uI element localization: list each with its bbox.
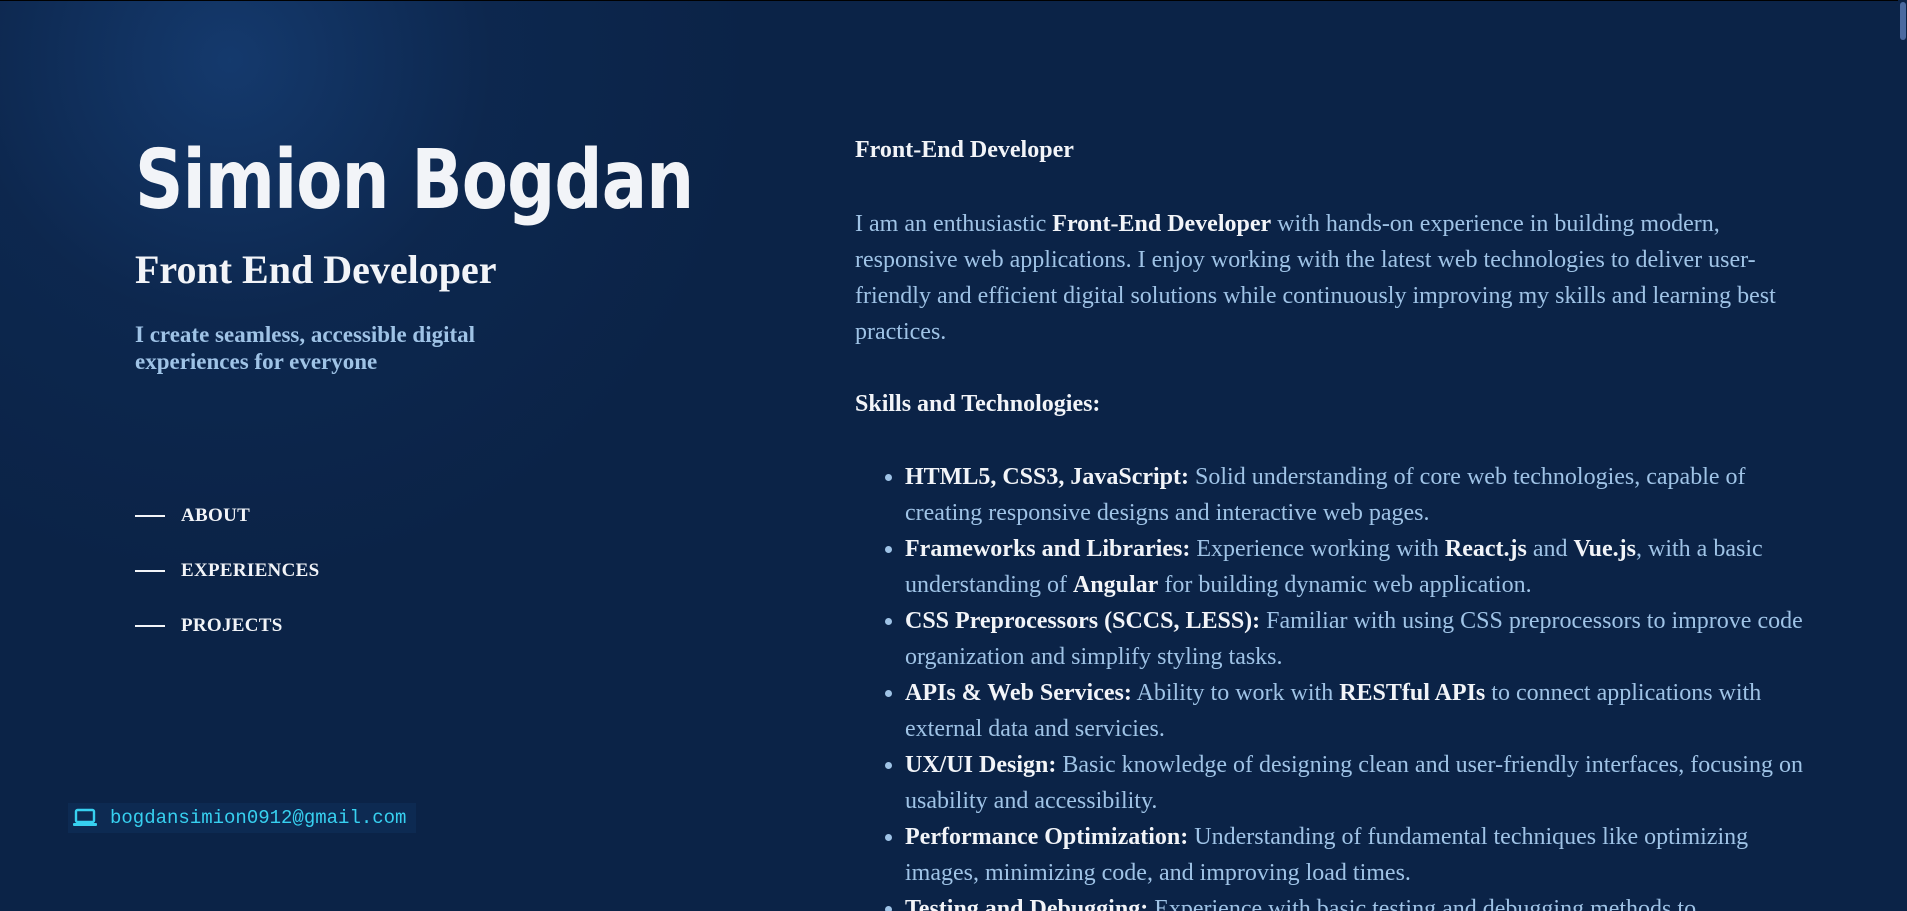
intro-highlight: Front-End Developer <box>1052 211 1272 237</box>
skills-list: HTML5, CSS3, JavaScript: Solid understan… <box>855 459 1805 911</box>
nav-item-projects[interactable]: PROJECTS <box>135 598 319 653</box>
intro-text: I am an enthusiastic <box>855 211 1053 237</box>
nav-indicator-line <box>135 624 165 627</box>
skill-item: Frameworks and Libraries: Experience wor… <box>905 531 1805 603</box>
about-heading: Front-End Developer <box>855 137 1074 163</box>
skill-text: Experience with basic testing and debugg… <box>1148 896 1697 911</box>
skill-lead: UX/UI Design: <box>905 752 1057 778</box>
about-section: Front-End Developer I am an enthusiastic… <box>855 132 1805 911</box>
skill-item: UX/UI Design: Basic knowledge of designi… <box>905 747 1805 819</box>
skill-lead: CSS Preprocessors (SCCS, LESS): <box>905 608 1261 634</box>
nav-label: EXPERIENCES <box>181 559 320 581</box>
skill-highlight: React.js <box>1444 536 1527 562</box>
about-intro: I am an enthusiastic Front-End Developer… <box>855 206 1800 350</box>
skill-item: Performance Optimization: Understanding … <box>905 819 1805 891</box>
skill-highlight: Vue.js <box>1573 536 1636 562</box>
nav-item-experiences[interactable]: EXPERIENCES <box>135 543 319 598</box>
skill-text: and <box>1526 536 1574 562</box>
nav-label: PROJECTS <box>181 614 283 636</box>
skills-heading: Skills and Technologies: <box>855 391 1101 417</box>
skill-lead: APIs & Web Services: <box>905 680 1132 706</box>
skill-lead: Frameworks and Libraries: <box>905 536 1191 562</box>
skill-item: CSS Preprocessors (SCCS, LESS): Familiar… <box>905 603 1805 675</box>
nav-label: ABOUT <box>181 504 251 526</box>
top-border <box>0 0 1907 1</box>
profile-header: Simion Bogdan Front End Developer I crea… <box>135 140 735 375</box>
email-text: bogdansimion0912@gmail.com <box>110 807 407 829</box>
skill-lead: HTML5, CSS3, JavaScript: <box>905 464 1190 490</box>
skill-text: for building dynamic web application. <box>1158 572 1532 598</box>
skill-item: HTML5, CSS3, JavaScript: Solid understan… <box>905 459 1805 531</box>
laptop-icon <box>73 808 97 826</box>
nav-indicator-line <box>135 514 165 517</box>
skill-text: Ability to work with <box>1131 680 1340 706</box>
skill-lead: Testing and Debugging: <box>905 896 1149 911</box>
skill-text: Experience working with <box>1190 536 1445 562</box>
skill-lead: Performance Optimization: <box>905 824 1189 850</box>
profile-tagline: I create seamless, accessible digital ex… <box>135 322 476 375</box>
scrollbar[interactable] <box>1898 0 1907 911</box>
scrollbar-thumb[interactable] <box>1900 2 1906 40</box>
profile-role: Front End Developer <box>135 247 497 292</box>
profile-name: Simion Bogdan <box>135 133 694 228</box>
nav-indicator-line <box>135 569 165 572</box>
section-nav: ABOUT EXPERIENCES PROJECTS <box>135 488 319 653</box>
skill-highlight: Angular <box>1072 572 1159 598</box>
skill-item: APIs & Web Services: Ability to work wit… <box>905 675 1805 747</box>
nav-item-about[interactable]: ABOUT <box>135 488 319 543</box>
skill-highlight: RESTful APIs <box>1339 680 1486 706</box>
email-link[interactable]: bogdansimion0912@gmail.com <box>68 803 417 833</box>
skill-item: Testing and Debugging: Experience with b… <box>905 891 1805 911</box>
